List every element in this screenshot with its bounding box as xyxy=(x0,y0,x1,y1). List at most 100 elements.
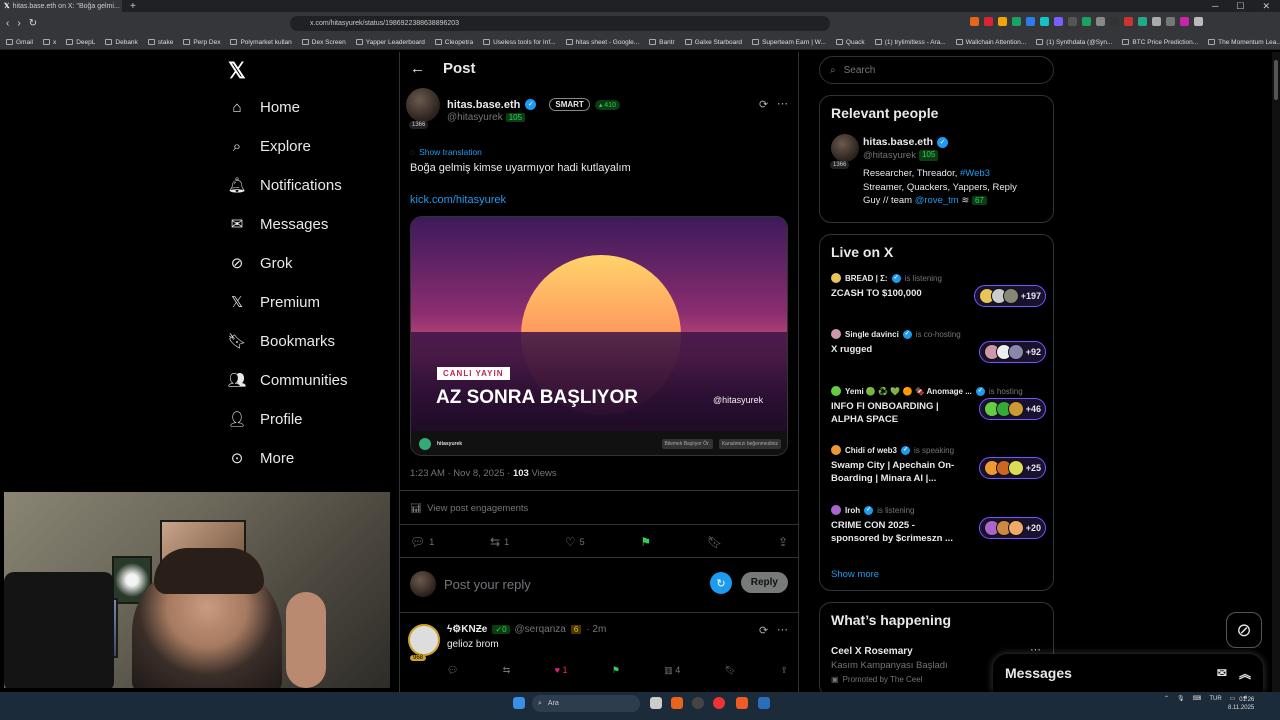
reply-repost-icon[interactable]: ⇆ xyxy=(503,665,511,676)
speakers-pill[interactable]: +92 xyxy=(978,341,1046,363)
bookmark-item[interactable]: Galxe Starboard xyxy=(684,39,742,46)
nav-item-notifications[interactable]: 🔔︎ Notifications xyxy=(227,176,341,195)
relevant-name[interactable]: hitas.base.eth xyxy=(863,136,933,148)
nav-item-messages[interactable]: ✉ Messages xyxy=(228,215,329,234)
happening-item-title[interactable]: Ceel X Rosemary xyxy=(831,646,913,657)
grok-explain-icon[interactable]: ⟳ xyxy=(759,98,768,111)
extension-icon[interactable] xyxy=(998,17,1007,26)
post-avatar[interactable] xyxy=(406,88,440,122)
app-icon[interactable] xyxy=(758,697,770,709)
back-icon[interactable]: ‹ xyxy=(6,18,9,29)
extension-icon[interactable] xyxy=(1012,17,1021,26)
extension-icon[interactable] xyxy=(1166,17,1175,26)
reply-action[interactable]: 💬︎ 1 xyxy=(410,535,434,549)
nav-item-premium[interactable]: 𝕏 Premium xyxy=(228,293,320,312)
bookmark-item[interactable]: Dex Screen xyxy=(301,39,346,46)
author-handle[interactable]: @hitasyurek xyxy=(447,112,503,123)
extension-icon[interactable] xyxy=(1194,17,1203,26)
keyboard-icon[interactable]: ⌨ xyxy=(1193,695,1202,702)
reply-input[interactable]: Post your reply xyxy=(444,577,531,592)
file-explorer-icon[interactable] xyxy=(650,697,662,709)
windows-start-icon[interactable] xyxy=(513,697,525,709)
bookmark-item[interactable]: Gmail xyxy=(6,39,33,46)
reply-grok-icon[interactable]: ⟳ xyxy=(759,624,768,637)
minimize-icon[interactable]: ─ xyxy=(1212,1,1218,12)
nav-item-bookmarks[interactable]: 🔖︎ Bookmarks xyxy=(227,332,335,351)
reply-like-action[interactable]: ♥ 1 xyxy=(555,665,568,676)
author-name[interactable]: hitas.base.eth xyxy=(447,99,520,111)
bookmark-item[interactable]: stake xyxy=(147,39,173,46)
reload-icon[interactable]: ↻ xyxy=(29,18,37,29)
bookmark-item[interactable]: The Momentum Lea... xyxy=(1208,39,1280,46)
app-icon[interactable] xyxy=(692,697,704,709)
brave-icon[interactable] xyxy=(736,697,748,709)
like-action[interactable]: ♡ 5 xyxy=(565,535,585,549)
show-more-link[interactable]: Show more xyxy=(831,569,879,580)
bookmark-item[interactable]: Cleopetra xyxy=(434,39,473,46)
extension-icon[interactable] xyxy=(1124,17,1133,26)
new-tab-button[interactable]: + xyxy=(122,1,144,12)
bookmark-item[interactable]: BTC Price Prediction... xyxy=(1122,39,1198,46)
extension-icon[interactable] xyxy=(1110,17,1119,26)
bookmark-item[interactable]: x xyxy=(42,39,56,46)
bookmark-item[interactable]: (1) trylimitless - Ara... xyxy=(874,39,946,46)
reply-flag-icon[interactable]: ⚑ xyxy=(612,665,620,676)
language-indicator[interactable]: TUR xyxy=(1209,696,1221,702)
chrome-icon[interactable] xyxy=(713,697,725,709)
bookmark-item[interactable]: (1) Synthdata (@Syn... xyxy=(1036,39,1112,46)
scrollbar-thumb[interactable] xyxy=(1274,60,1278,100)
live-space-item[interactable]: Yemi 🟢 ♻️ 💚 🟠 🍫 Anomage ... ✓ is hosting IN… xyxy=(831,386,1046,426)
expand-drawer-icon[interactable]: ︽ xyxy=(1239,665,1251,682)
x-logo-icon[interactable]: 𝕏 xyxy=(228,58,246,84)
extension-icon[interactable] xyxy=(1082,17,1091,26)
share-action[interactable]: ⇪ xyxy=(778,535,788,549)
extension-icon[interactable] xyxy=(1180,17,1189,26)
nav-item-communities[interactable]: 👥︎ Communities xyxy=(227,371,347,390)
bookmark-item[interactable]: hitas sheet - Google... xyxy=(565,39,639,46)
grok-compose-icon[interactable]: ↻ xyxy=(710,572,732,594)
bookmark-action[interactable]: 🔖︎ xyxy=(707,535,722,549)
reply-more-icon[interactable]: ⋯ xyxy=(777,623,788,636)
reply-views[interactable]: ▥ 4 xyxy=(664,665,680,676)
reply-bookmark-icon[interactable]: 🔖︎ xyxy=(725,665,736,676)
extension-icon[interactable] xyxy=(1026,17,1035,26)
extension-icon[interactable] xyxy=(984,17,993,26)
live-space-item[interactable]: Chidi of web3 ✓ is speaking Swamp City | Ap… xyxy=(831,445,1046,485)
brave-browser-icon[interactable] xyxy=(671,697,683,709)
bookmark-item[interactable]: Perp Dex xyxy=(183,39,220,46)
nav-item-more[interactable]: ⊙ More xyxy=(228,449,294,468)
extension-icon[interactable] xyxy=(1096,17,1105,26)
compose-message-icon[interactable]: ✉ xyxy=(1217,666,1227,680)
more-options-icon[interactable]: ⋯ xyxy=(777,97,788,110)
reply-author-name[interactable]: ϟ⚙KNƵe xyxy=(447,624,487,635)
nav-item-home[interactable]: ⌂ Home xyxy=(228,98,300,116)
bookmark-item[interactable]: Bantr xyxy=(649,39,675,46)
forward-icon[interactable]: › xyxy=(17,18,20,29)
post-timestamp[interactable]: 1:23 AM · Nov 8, 2025 · xyxy=(410,468,510,479)
back-arrow-icon[interactable]: ← xyxy=(410,60,425,77)
bookmark-item[interactable]: Polymarket kullan xyxy=(230,39,292,46)
extension-icon[interactable] xyxy=(970,17,979,26)
bookmark-item[interactable]: Yapper Leaderboard xyxy=(355,39,425,46)
search-box[interactable]: ⌕ Search xyxy=(819,56,1054,84)
nav-item-profile[interactable]: 👤︎ Profile xyxy=(227,410,302,429)
mic-icon[interactable]: 🎙︎ xyxy=(1177,695,1185,702)
reply-handle[interactable]: @serqanza xyxy=(515,624,566,635)
search-input[interactable]: Search xyxy=(844,65,876,76)
reply-avatar[interactable] xyxy=(408,624,440,656)
repost-action[interactable]: ⇆ 1 xyxy=(490,535,509,549)
reply-time[interactable]: · 2m xyxy=(586,624,606,635)
extension-icon[interactable] xyxy=(1040,17,1049,26)
view-engagements[interactable]: 📊︎ View post engagements xyxy=(410,503,528,514)
bookmark-item[interactable]: DeepL xyxy=(66,39,95,46)
bookmark-item[interactable]: Wallchain Attention... xyxy=(955,39,1026,46)
speakers-pill[interactable]: +197 xyxy=(973,285,1046,307)
nav-item-grok[interactable]: ⊘ Grok xyxy=(228,254,293,273)
extension-icon[interactable] xyxy=(1054,17,1063,26)
bookmark-item[interactable]: Useless tools for Inf... xyxy=(483,39,556,46)
tray-arrow-icon[interactable]: ⌃ xyxy=(1164,695,1169,702)
messages-drawer[interactable]: Messages ✉ ︽ xyxy=(993,654,1263,692)
maximize-icon[interactable]: ☐ xyxy=(1236,1,1244,12)
relevant-avatar[interactable] xyxy=(831,134,859,162)
post-link[interactable]: kick.com/hitasyurek xyxy=(410,194,506,206)
